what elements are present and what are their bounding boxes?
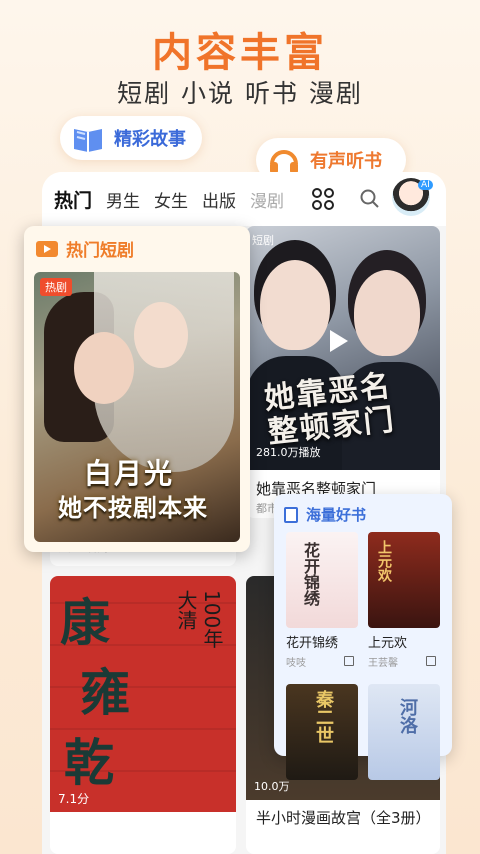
book-cover-title: 秦二世 xyxy=(313,690,334,744)
add-book-icon[interactable] xyxy=(344,656,354,666)
book-cover[interactable]: 秦二世 xyxy=(286,684,358,780)
hot-short-header: 热门短剧 xyxy=(36,236,134,261)
drama-views: 281.0万播放 xyxy=(256,446,321,459)
book-icon xyxy=(70,120,106,156)
book-cover[interactable]: 河洛 xyxy=(368,684,440,780)
poster-face-right xyxy=(134,302,188,368)
book-cover[interactable]: 上元欢 xyxy=(368,532,440,628)
play-icon xyxy=(330,330,348,352)
book-cover[interactable]: 花开锦绣 xyxy=(286,532,358,628)
cover-side-1: 大清 xyxy=(174,590,198,630)
book-author: 王芸馨 xyxy=(368,658,398,669)
hot-short-title: 热门短剧 xyxy=(66,241,134,261)
drama-poster-text: 她靠恶名 整顿家门 xyxy=(263,369,398,451)
good-books-title: 海量好书 xyxy=(306,506,367,524)
tab-publish[interactable]: 出版 xyxy=(202,187,236,212)
drama-card[interactable]: 她靠恶名 整顿家门 短剧 281.0万播放 她靠恶名整顿家门 都市 xyxy=(246,226,440,518)
tab-comic-drama[interactable]: 漫剧 xyxy=(250,187,284,212)
book-cover-title: 花开锦绣 xyxy=(301,542,320,606)
hero-subtitle: 短剧 小说 听书 漫剧 xyxy=(117,79,363,108)
rating-label: 7.1分 xyxy=(58,792,90,806)
cover-char-2: 雍 xyxy=(80,664,130,722)
audio-pill-label: 有声听书 xyxy=(310,151,382,172)
hot-short-drama-panel: 热门短剧 白月光 她不按剧本来 热剧 xyxy=(24,226,250,552)
poster-figure-left xyxy=(260,260,330,350)
hot-badge: 热剧 xyxy=(40,278,72,296)
good-books-panel: 海量好书 花开锦绣 花开锦绣 吱吱 上元欢 上元欢 王芸馨 秦二世 河洛 xyxy=(274,494,452,780)
poster-figure-right xyxy=(354,270,420,356)
poster-face-left xyxy=(74,332,134,404)
comic-title: 半小时漫画故宫（全3册） xyxy=(256,809,431,827)
tab-female[interactable]: 女生 xyxy=(154,187,188,212)
video-icon xyxy=(36,240,58,257)
category-tabs: 热门 男生 女生 出版 漫剧 AI xyxy=(42,172,446,226)
tab-hot[interactable]: 热门 xyxy=(54,186,92,213)
cover-char-3: 乾 xyxy=(64,734,114,792)
hot-short-poster[interactable]: 白月光 她不按剧本来 热剧 xyxy=(34,272,240,542)
poster-title-line1: 白月光 xyxy=(84,457,175,490)
book-author: 吱吱 xyxy=(286,658,306,669)
hero-title: 内容丰富 xyxy=(152,30,328,76)
book-cover-title: 上元欢 xyxy=(376,540,392,582)
history-book-card[interactable]: 康 雍 乾 大清 100年 7.1分 xyxy=(50,576,236,854)
poster-title-line2: 她不按剧本来 xyxy=(58,494,208,522)
book-cover-title: 河洛 xyxy=(397,698,418,734)
tab-male[interactable]: 男生 xyxy=(106,187,140,212)
ai-badge: AI xyxy=(418,180,433,190)
book-title: 花开锦绣 xyxy=(286,636,339,651)
drama-tag: 短剧 xyxy=(252,234,274,247)
book-title: 上元欢 xyxy=(368,636,408,651)
grid-icon[interactable] xyxy=(312,188,334,210)
stories-pill: 精彩故事 xyxy=(60,116,202,160)
stories-pill-label: 精彩故事 xyxy=(114,129,186,150)
cover-side-2: 100年 xyxy=(200,590,224,649)
good-books-header: 海量好书 xyxy=(284,504,366,525)
add-book-icon[interactable] xyxy=(426,656,436,666)
search-icon[interactable] xyxy=(360,189,380,209)
comic-views: 10.0万 xyxy=(254,780,290,793)
bookmark-icon xyxy=(284,506,298,523)
cover-char-1: 康 xyxy=(60,594,110,652)
